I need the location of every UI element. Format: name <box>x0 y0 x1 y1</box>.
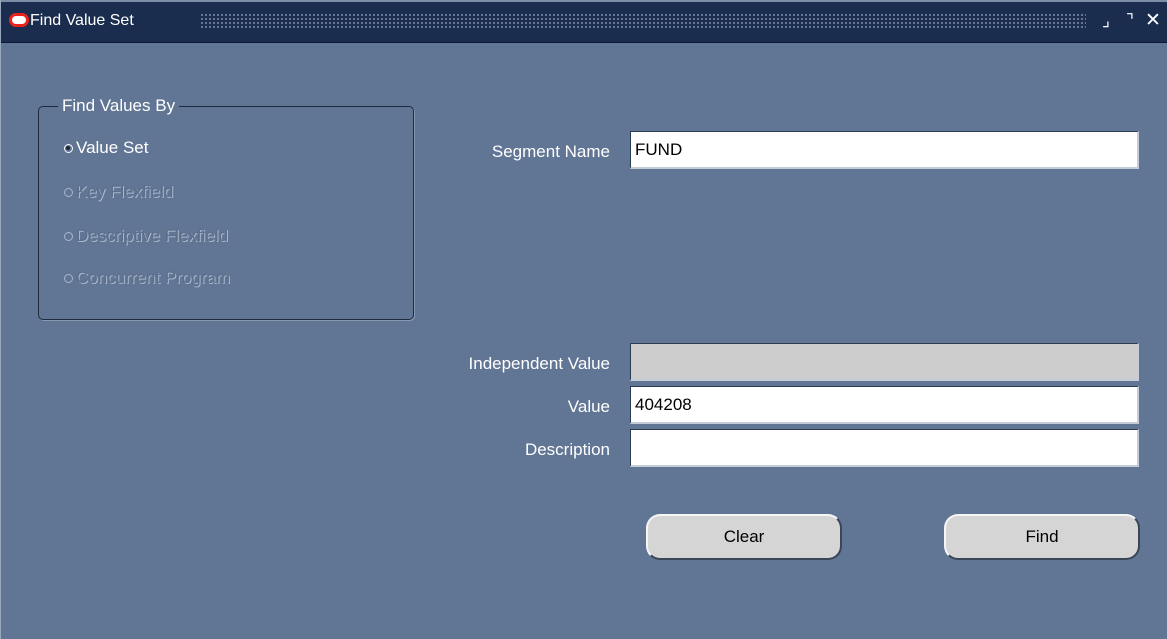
title-bar-highlight <box>1 0 1167 2</box>
find-values-by-title: Find Values By <box>58 96 180 116</box>
radio-key-flexfield: Key Flexfield <box>64 181 173 203</box>
radio-button-icon <box>64 231 73 241</box>
find-value-set-window: Find Value Set ⌟ ⌝ ✕ Find Values By Valu… <box>0 0 1167 639</box>
radio-value-set[interactable]: Value Set <box>64 137 148 159</box>
independent-value-label: Independent Value <box>468 354 610 373</box>
radio-button-icon <box>64 273 73 283</box>
oracle-logo-icon <box>9 13 29 27</box>
close-icon[interactable]: ✕ <box>1143 11 1163 31</box>
value-field[interactable] <box>630 386 1139 424</box>
radio-button-icon <box>64 187 73 197</box>
radio-descriptive-flexfield: Descriptive Flexfield <box>64 225 228 247</box>
title-bar[interactable]: Find Value Set ⌟ ⌝ ✕ <box>1 0 1167 43</box>
description-field[interactable] <box>630 429 1139 467</box>
radio-label: Concurrent Program <box>76 268 231 287</box>
radio-label: Key Flexfield <box>76 182 174 201</box>
title-bar-grip <box>200 13 1086 29</box>
segment-name-label: Segment Name <box>491 142 610 161</box>
description-label: Description <box>524 440 610 459</box>
radio-label: Descriptive Flexfield <box>76 226 229 245</box>
independent-value-field <box>630 343 1139 381</box>
window-title: Find Value Set <box>30 12 134 29</box>
radio-label: Value Set <box>76 138 149 157</box>
clear-button[interactable]: Clear <box>646 514 842 560</box>
value-label: Value <box>567 397 610 416</box>
segment-name-field[interactable] <box>630 131 1139 169</box>
maximize-icon[interactable]: ⌝ <box>1120 11 1140 31</box>
find-button[interactable]: Find <box>944 514 1140 560</box>
radio-button-icon <box>64 143 73 153</box>
minimize-icon[interactable]: ⌟ <box>1096 11 1116 31</box>
radio-concurrent-program: Concurrent Program <box>64 267 230 289</box>
